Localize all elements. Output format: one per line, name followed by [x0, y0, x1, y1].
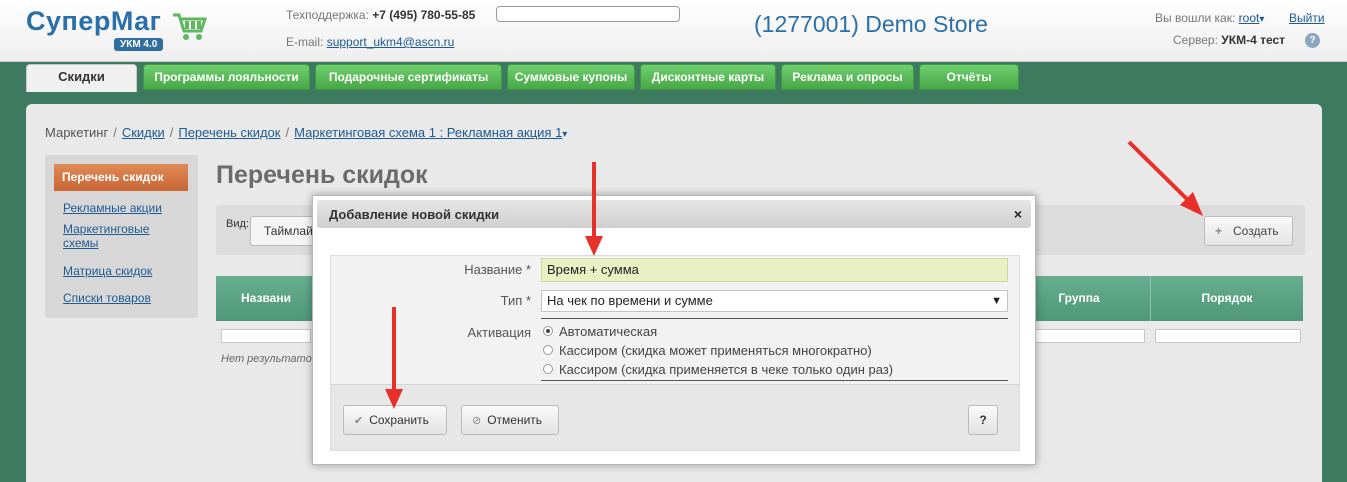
logo: СуперМаг [26, 6, 162, 36]
breadcrumb-discount-list[interactable]: Перечень скидок [178, 125, 280, 140]
type-label: Тип * [500, 293, 531, 308]
email-info: E-mail: support_ukm4@ascn.ru [286, 35, 455, 49]
filter-label: Вид: [226, 218, 249, 230]
create-button[interactable]: + Создать [1204, 216, 1293, 246]
name-label: Название * [464, 262, 531, 277]
tab-reports[interactable]: Отчёты [919, 64, 1019, 90]
dialog-footer: ✔ Сохранить ⊘ Отменить ? [331, 384, 1019, 450]
radio-icon [543, 364, 553, 374]
chevron-down-icon[interactable]: ▾ [1259, 14, 1264, 25]
sidebar-item-discount-list[interactable]: Перечень скидок [54, 164, 188, 191]
sidebar-item-marketing-schemes[interactable]: Маркетинговые схемы [63, 222, 173, 250]
sidebar: Перечень скидок Рекламные акции Маркетин… [45, 155, 198, 318]
close-icon[interactable]: × [1014, 206, 1022, 222]
tab-coupons[interactable]: Суммовые купоны [507, 64, 635, 90]
radio-checked-icon [543, 326, 553, 336]
dialog-body: Название * Время + сумма Тип * На чек по… [330, 255, 1020, 451]
filter-input-name[interactable] [221, 329, 311, 343]
tab-discounts[interactable]: Скидки [26, 64, 137, 92]
activation-cashier-multi-radio[interactable]: Кассиром (скидка может применяться много… [543, 343, 872, 358]
breadcrumb-marketing: Маркетинг [45, 125, 109, 140]
save-button[interactable]: ✔ Сохранить [343, 405, 447, 435]
logout-link[interactable]: Выйти [1289, 11, 1325, 25]
sidebar-item-discount-matrix[interactable]: Матрица скидок [63, 264, 152, 278]
view-timeline-button[interactable]: Таймлай [250, 216, 320, 246]
sidebar-item-ad-campaigns[interactable]: Рекламные акции [63, 201, 162, 215]
plus-icon: + [1215, 224, 1223, 238]
tab-loyalty-programs[interactable]: Программы лояльности [143, 64, 310, 90]
help-icon[interactable]: ? [1305, 33, 1320, 48]
support-info: Техподдержка: +7 (495) 780-55-85 [286, 8, 476, 22]
no-results-text: Нет результатов. [221, 353, 321, 365]
top-header: СуперМаг УКМ 4.0 Техподдержка: +7 (495) … [0, 0, 1347, 62]
activation-label: Активация [467, 325, 531, 340]
dialog-header: Добавление новой скидки × [317, 200, 1031, 228]
tab-discount-cards[interactable]: Дисконтные карты [640, 64, 776, 90]
cancel-icon: ⊘ [472, 415, 482, 427]
login-info: Вы вошли как: root▾ [1155, 11, 1265, 25]
tab-gift-certificates[interactable]: Подарочные сертификаты [315, 64, 502, 90]
tab-ads-surveys[interactable]: Реклама и опросы [781, 64, 914, 90]
logo-badge: УКМ 4.0 [114, 38, 164, 51]
dropdown-arrow-icon: ▼ [991, 295, 1002, 307]
user-menu-link[interactable]: root [1239, 11, 1260, 25]
filter-input-order[interactable] [1155, 329, 1301, 343]
sidebar-item-product-lists[interactable]: Списки товаров [63, 291, 151, 305]
page-title: Перечень скидок [216, 161, 428, 189]
breadcrumb-scheme-selector[interactable]: Маркетинговая схема 1 : Рекламная акция … [294, 125, 562, 140]
cart-icon [173, 13, 207, 40]
support-email-link[interactable]: support_ukm4@ascn.ru [327, 35, 455, 49]
add-discount-dialog: Добавление новой скидки × Название * Вре… [312, 195, 1036, 465]
column-header-order[interactable]: Порядок [1150, 276, 1303, 321]
activation-auto-radio[interactable]: Автоматическая [543, 324, 657, 339]
help-button[interactable]: ? [968, 405, 998, 435]
store-name: (1277001) Demo Store [754, 11, 988, 37]
server-info: Сервер: УКМ-4 тест [1173, 33, 1286, 47]
type-select[interactable]: На чек по времени и сумме ▼ [541, 290, 1008, 312]
breadcrumb: Маркетинг / Скидки / Перечень скидок / Маркети… [45, 125, 568, 140]
name-field[interactable]: Время + сумма [541, 258, 1008, 282]
radio-icon [543, 345, 553, 355]
breadcrumb-discounts[interactable]: Скидки [122, 125, 165, 140]
search-input[interactable] [496, 6, 680, 22]
support-phone: +7 (495) 780-55-85 [372, 8, 476, 22]
column-header-name[interactable]: Названи [216, 276, 316, 321]
divider [541, 380, 1008, 381]
server-value: УКМ-4 тест [1221, 33, 1286, 47]
chevron-down-icon[interactable]: ▾ [562, 129, 567, 140]
dialog-title: Добавление новой скидки [329, 207, 500, 222]
divider [541, 318, 1008, 319]
activation-cashier-once-radio[interactable]: Кассиром (скидка применяется в чеке толь… [543, 362, 893, 377]
check-icon: ✔ [354, 415, 364, 427]
cancel-button[interactable]: ⊘ Отменить [461, 405, 559, 435]
